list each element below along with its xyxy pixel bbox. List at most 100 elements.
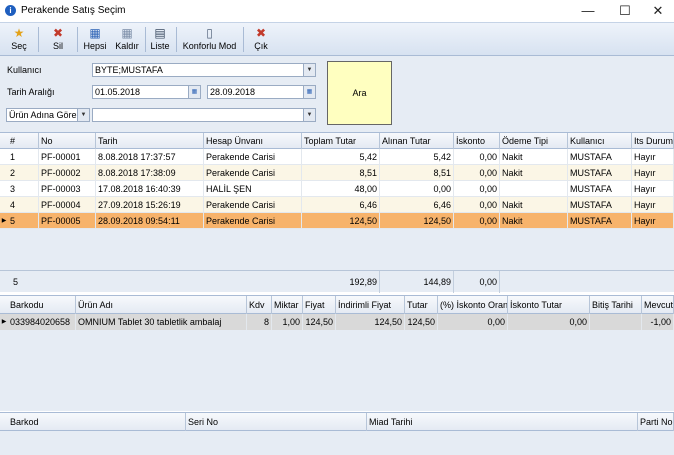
sales-col-header[interactable]: Toplam Tutar xyxy=(302,133,380,149)
serials-col-header[interactable]: Seri No xyxy=(186,413,367,431)
table-cell: 124,50 xyxy=(303,314,336,330)
table-cell: PF-00002 xyxy=(39,165,96,181)
maximize-button[interactable]: ☐ xyxy=(613,2,637,20)
table-cell: 8 xyxy=(247,314,272,330)
sales-col-header[interactable]: Alınan Tutar xyxy=(380,133,454,149)
table-row[interactable]: 1 PF-00001 8.08.2018 17:37:57 Perakende Car… xyxy=(0,149,674,165)
items-col-header[interactable]: Ürün Adı xyxy=(76,296,247,314)
items-col-header[interactable]: Miktar xyxy=(272,296,303,314)
items-col-header[interactable]: Bitiş Tarihi xyxy=(590,296,642,314)
close-button[interactable]: ✕ xyxy=(646,2,670,20)
items-col-header[interactable]: İskonto Tutar xyxy=(508,296,590,314)
footer-count: 5 xyxy=(13,277,19,287)
items-col-header[interactable]: Mevcut xyxy=(642,296,674,314)
sales-col-header[interactable]: Tarih xyxy=(96,133,204,149)
table-cell: Perakende Carisi xyxy=(204,165,302,181)
kaldir-button[interactable]: ▦ Kaldır xyxy=(112,23,142,56)
items-col-header[interactable]: İndirimli Fiyat xyxy=(336,296,405,314)
cik-button[interactable]: ✖ Çık xyxy=(249,23,273,56)
sales-col-header[interactable]: Hesap Ünvanı xyxy=(204,133,302,149)
hepsi-label: Hepsi xyxy=(83,41,107,51)
serials-col-header[interactable]: Parti No xyxy=(638,413,674,431)
items-col-header[interactable]: Tutar xyxy=(405,296,438,314)
tarih-start-field[interactable]: 01.05.2018 ▦ xyxy=(92,85,201,99)
serials-col-header[interactable]: Barkod xyxy=(8,413,186,431)
table-cell: 6,46 xyxy=(302,197,380,213)
hepsi-button[interactable]: ▦ Hepsi xyxy=(81,23,109,56)
table-row[interactable]: ▶ 5 PF-00005 28.09.2018 09:54:11 Perakende C… xyxy=(0,213,674,229)
sales-col-header[interactable]: Ödeme Tipi xyxy=(500,133,568,149)
info-icon: i xyxy=(5,5,16,16)
konforlu-mod-button[interactable]: ▯ Konforlu Mod xyxy=(181,23,238,56)
document-icon: ▯ xyxy=(206,26,213,40)
exit-icon: ✖ xyxy=(255,26,267,40)
window-title: Perakende Satış Seçim xyxy=(21,5,126,16)
title-bar: i Perakende Satış Seçim — ☐ ✕ xyxy=(0,0,674,22)
table-cell: Nakit xyxy=(500,149,568,165)
table-cell: 3 xyxy=(8,181,39,197)
printer-icon: ▤ xyxy=(154,26,166,40)
sec-button[interactable]: ★ Seç xyxy=(6,23,32,56)
sales-col-header[interactable]: Kullanıcı xyxy=(568,133,632,149)
table-cell: MUSTAFA xyxy=(568,213,632,229)
table-cell: 5,42 xyxy=(380,149,454,165)
table-cell: Hayır xyxy=(632,213,674,229)
table-cell: 48,00 xyxy=(302,181,380,197)
search-mode-combo[interactable]: Ürün Adına Göre ▼ xyxy=(6,108,90,122)
sec-label: Seç xyxy=(11,41,27,51)
liste-button[interactable]: ▤ Liste xyxy=(148,23,172,56)
table-cell: 0,00 xyxy=(454,149,500,165)
items-col-header[interactable]: Fiyat xyxy=(303,296,336,314)
tarih-end-value: 28.09.2018 xyxy=(210,87,256,97)
table-row[interactable]: 4 PF-00004 27.09.2018 15:26:19 Perakende Ca… xyxy=(0,197,674,213)
footer-alinan: 144,89 xyxy=(380,271,454,293)
items-header: Barkodu Ürün Adı Kdv Miktar Fiyat İndirimli F… xyxy=(0,296,674,314)
sales-col-header[interactable]: İskonto xyxy=(454,133,500,149)
row-pointer-icon: ▶ xyxy=(1,319,7,325)
serials-grid: Barkod Seri No Miad Tarihi Parti No xyxy=(0,412,674,455)
sales-header: # No Tarih Hesap Ünvanı Toplam Tutar Alınan T… xyxy=(0,133,674,149)
chevron-down-icon[interactable]: ▼ xyxy=(303,64,315,76)
sales-grid: # No Tarih Hesap Ünvanı Toplam Tutar Alınan T… xyxy=(0,132,674,292)
sales-col-header[interactable]: # xyxy=(8,133,39,149)
table-cell: PF-00003 xyxy=(39,181,96,197)
items-col-header[interactable]: Barkodu xyxy=(8,296,76,314)
table-cell: 124,50 xyxy=(336,314,405,330)
sales-col-header[interactable]: No xyxy=(39,133,96,149)
table-cell: Perakende Carisi xyxy=(204,197,302,213)
ara-button[interactable]: Ara xyxy=(327,61,392,125)
table-row[interactable]: 3 PF-00003 17.08.2018 16:40:39 HALİL ŞEN 48,… xyxy=(0,181,674,197)
table-cell: HALİL ŞEN xyxy=(204,181,302,197)
serials-col-header[interactable]: Miad Tarihi xyxy=(367,413,638,431)
table-cell: Nakit xyxy=(500,197,568,213)
minimize-button[interactable]: — xyxy=(576,2,600,20)
table-cell xyxy=(590,314,642,330)
kullanici-combo[interactable]: BYTE;MUSTAFA ▼ xyxy=(92,63,316,77)
chevron-down-icon[interactable]: ▼ xyxy=(303,109,315,121)
table-cell: Hayır xyxy=(632,149,674,165)
kullanici-value: BYTE;MUSTAFA xyxy=(95,65,163,75)
table-cell: 0,00 xyxy=(454,213,500,229)
tarih-start-value: 01.05.2018 xyxy=(95,87,141,97)
toolbar-separator xyxy=(145,27,146,52)
search-combo[interactable]: ▼ xyxy=(92,108,316,122)
calendar-icon[interactable]: ▦ xyxy=(303,86,315,98)
footer-toplam: 192,89 xyxy=(302,271,380,293)
sales-footer: 5 192,89 144,89 0,00 xyxy=(0,270,674,293)
items-col-header[interactable]: (%) İskonto Oranı xyxy=(438,296,508,314)
sil-button[interactable]: ✖ Sil xyxy=(45,23,71,56)
table-cell: 8,51 xyxy=(380,165,454,181)
window: i Perakende Satış Seçim — ☐ ✕ ★ Seç ✖ Si… xyxy=(0,0,674,455)
toolbar-separator xyxy=(243,27,244,52)
items-col-header[interactable]: Kdv xyxy=(247,296,272,314)
table-cell: PF-00004 xyxy=(39,197,96,213)
table-cell: OMNIUM Tablet 30 tabletlik ambalaj xyxy=(76,314,247,330)
chevron-down-icon[interactable]: ▼ xyxy=(77,109,89,121)
table-cell: MUSTAFA xyxy=(568,149,632,165)
table-row[interactable]: ▶ 033984020658 OMNIUM Tablet 30 tabletlik … xyxy=(0,314,674,330)
calendar-icon[interactable]: ▦ xyxy=(188,86,200,98)
sales-col-header[interactable]: Its Durum xyxy=(632,133,674,149)
table-cell: Hayır xyxy=(632,181,674,197)
table-row[interactable]: 2 PF-00002 8.08.2018 17:38:09 Perakende Car… xyxy=(0,165,674,181)
tarih-end-field[interactable]: 28.09.2018 ▦ xyxy=(207,85,316,99)
